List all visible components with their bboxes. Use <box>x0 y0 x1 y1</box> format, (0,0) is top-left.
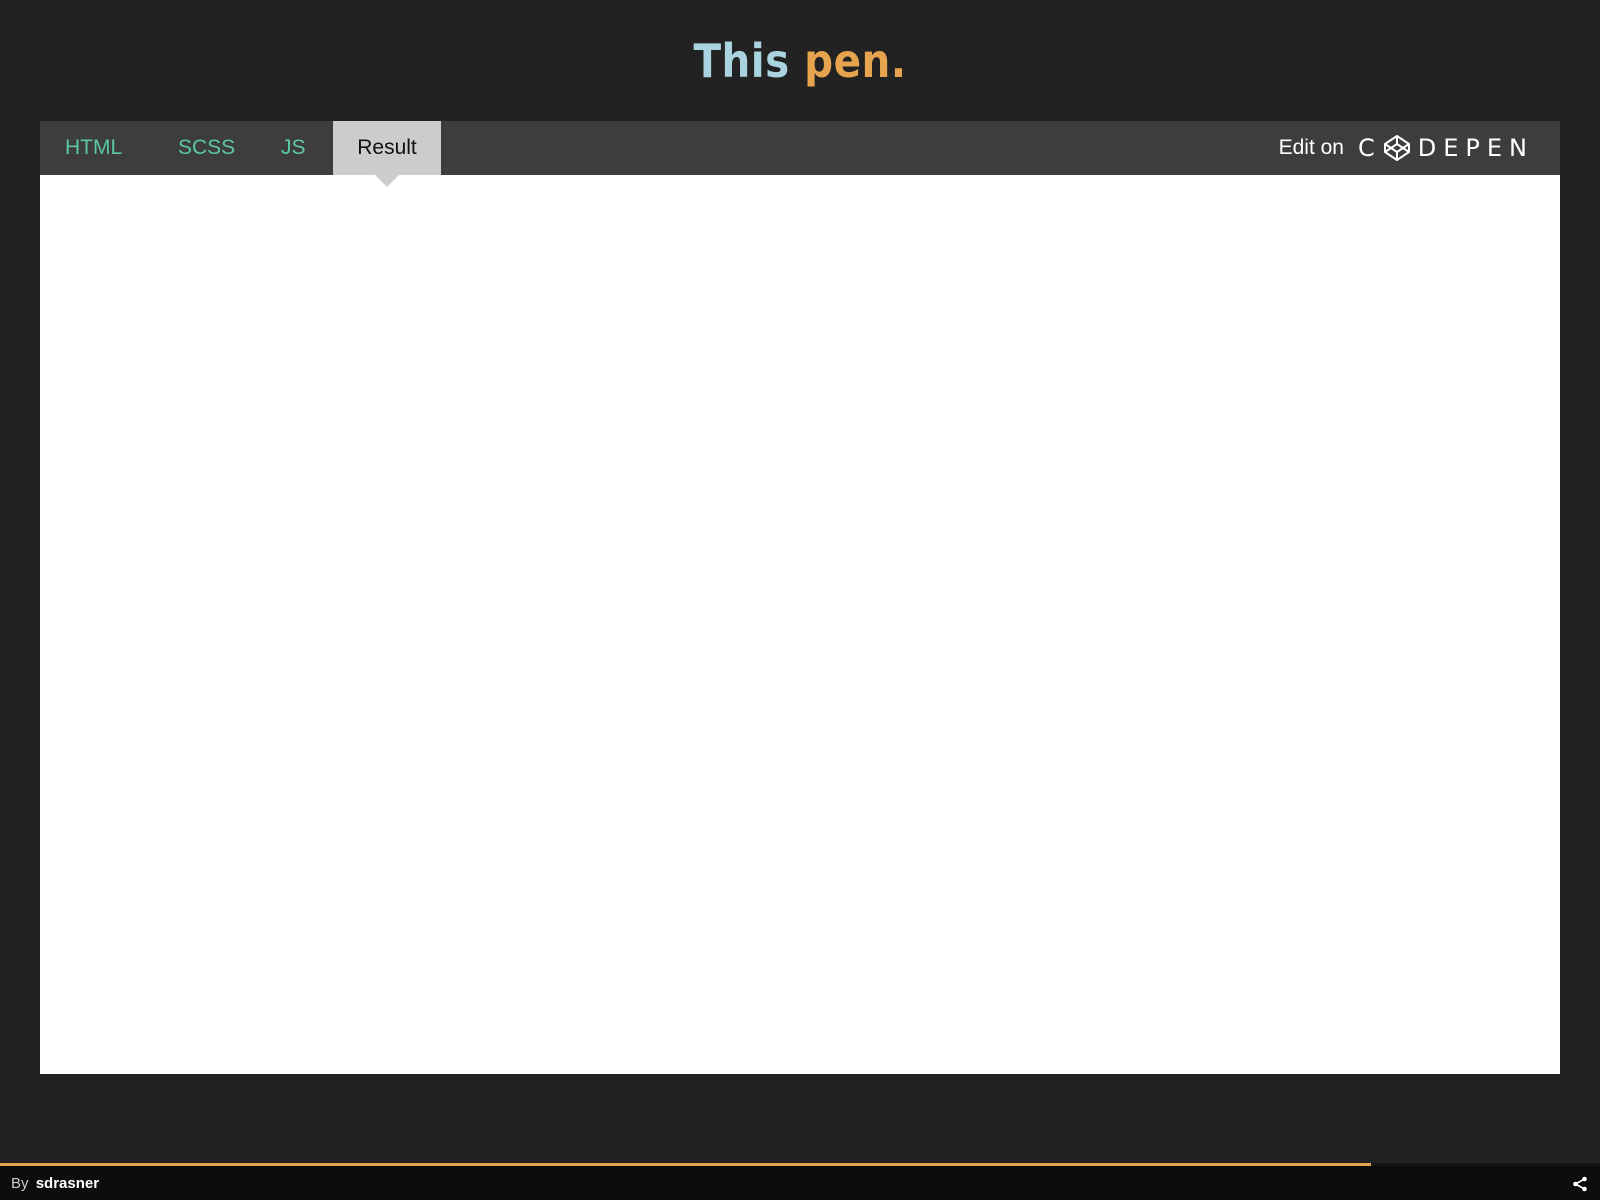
pen-embed: HTML SCSS JS Result Edit on C DEPEN <box>40 121 1560 1074</box>
edit-on-label: Edit on <box>1278 136 1344 159</box>
tab-js[interactable]: JS <box>281 121 306 175</box>
tab-bar: HTML SCSS JS Result Edit on C DEPEN <box>40 121 1560 175</box>
edit-on-codepen-link[interactable]: Edit on C DEPEN <box>1279 121 1534 175</box>
active-tab-pointer <box>375 175 399 187</box>
author-link[interactable]: sdrasner <box>36 1175 99 1192</box>
codepen-logo-rest: DEPEN <box>1417 134 1534 162</box>
result-pane[interactable] <box>40 175 1560 1074</box>
codepen-cube-icon <box>1383 135 1410 161</box>
tab-result[interactable]: Result <box>333 121 441 175</box>
title-part-1: This <box>693 34 790 88</box>
progress-bar <box>0 1163 1372 1166</box>
footer-bar: By sdrasner <box>0 1163 1600 1200</box>
tab-html[interactable]: HTML <box>65 121 122 175</box>
codepen-logo-c: C <box>1358 134 1382 162</box>
progress-track <box>0 1163 1600 1166</box>
by-label: By <box>11 1175 29 1192</box>
author-byline: By sdrasner <box>11 1175 99 1192</box>
codepen-logo-icon: C DEPEN <box>1358 133 1534 163</box>
tab-scss[interactable]: SCSS <box>178 121 235 175</box>
title-part-2: pen. <box>804 34 907 88</box>
page: This pen. HTML SCSS JS Result Edit on C <box>0 0 1600 1200</box>
share-icon[interactable] <box>1572 1176 1588 1192</box>
page-title: This pen. <box>96 30 1504 92</box>
